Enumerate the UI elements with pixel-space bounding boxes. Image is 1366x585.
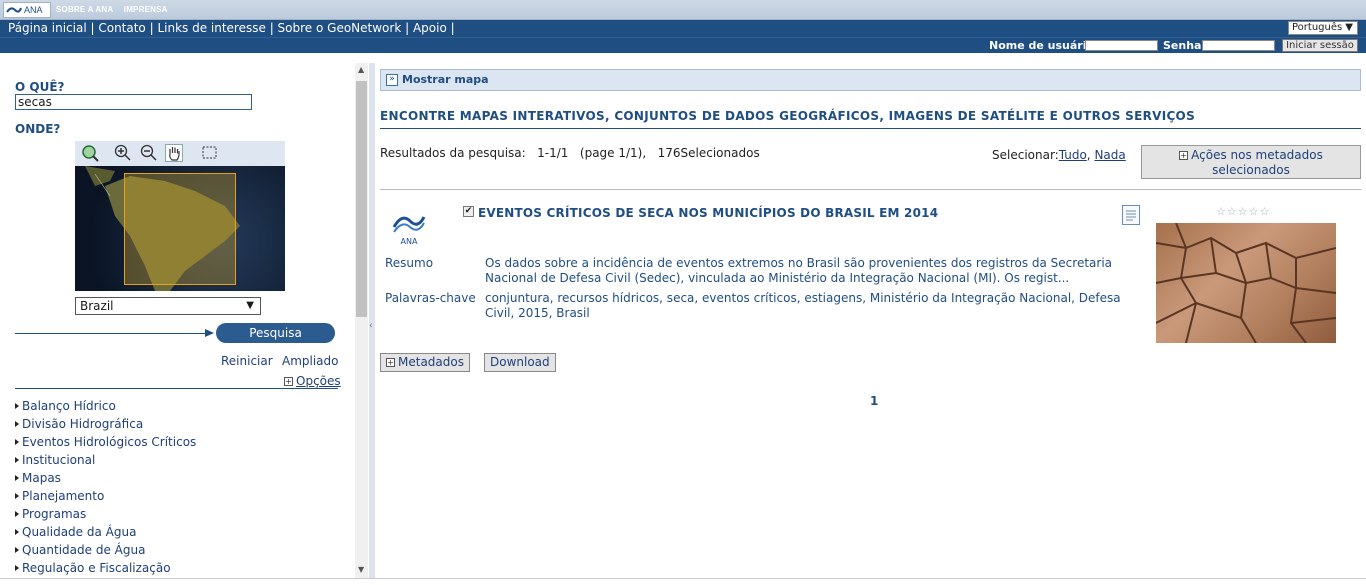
download-button[interactable]: Download [484, 353, 556, 372]
cracked-earth-image [1156, 223, 1336, 343]
main-nav: Página inicial | Contato | Links de inte… [0, 20, 1366, 37]
metadata-button[interactable]: + Metadados [380, 353, 470, 372]
show-map-bar[interactable]: » Mostrar mapa [380, 69, 1361, 91]
options-link[interactable]: + Opções [284, 374, 341, 388]
login-button[interactable]: Iniciar sessão [1282, 39, 1358, 52]
plus-icon: + [386, 358, 395, 367]
search-panel: O QUÊ? secas ONDE? Brazil ▼ Pesquisa Rein… [0, 53, 355, 585]
result-checkbox[interactable]: ✔ [463, 206, 474, 217]
language-select[interactable]: Português ▼ [1288, 21, 1358, 35]
results-label: Resultados da pesquisa: [380, 146, 526, 160]
category-item[interactable]: Planejamento [15, 489, 196, 507]
nav-home[interactable]: Página inicial [8, 21, 87, 35]
plus-icon: + [1179, 151, 1189, 160]
reset-link[interactable]: Reiniciar [221, 354, 273, 368]
nav-contato[interactable]: Contato [98, 21, 145, 35]
zoom-extent-icon[interactable] [81, 144, 99, 162]
scroll-up-icon[interactable]: ▲ [358, 65, 364, 74]
nav-apoio[interactable]: Apoio [413, 21, 447, 35]
category-item[interactable]: Qualidade da Água [15, 525, 196, 543]
password-label: Senha [1163, 39, 1202, 52]
search-input[interactable]: secas [15, 94, 252, 110]
document-icon[interactable] [1122, 205, 1140, 225]
category-item[interactable]: Eventos Hidrológicos Críticos [15, 435, 196, 453]
top-link-sobre[interactable]: SOBRE A ANA [56, 5, 113, 14]
collapse-icon[interactable]: ‹ [369, 321, 373, 331]
scroll-thumb[interactable] [356, 81, 367, 317]
left-scrollbar[interactable]: ▲ ▼ [355, 63, 368, 578]
select-all-link[interactable]: Tudo [1059, 148, 1087, 162]
password-input[interactable] [1202, 40, 1275, 51]
arrow-line [15, 333, 209, 334]
ana-result-logo: ANA [392, 211, 426, 246]
select-box-icon[interactable] [201, 144, 219, 162]
username-input[interactable] [1085, 40, 1158, 51]
result-title[interactable]: EVENTOS CRÍTICOS DE SECA NOS MUNICÍPIOS … [478, 206, 938, 220]
results-rule [380, 189, 1361, 190]
search-button[interactable]: Pesquisa [216, 323, 335, 343]
category-item[interactable]: Quantidade de Água [15, 543, 196, 561]
category-item[interactable]: Balanço Hídrico [15, 399, 196, 417]
result-thumbnail[interactable] [1156, 223, 1336, 343]
bounding-box [124, 173, 236, 285]
advanced-link[interactable]: Ampliado [282, 354, 339, 368]
category-list: Balanço Hídrico Divisão Hidrográfica Eve… [15, 399, 196, 579]
category-item[interactable]: Regulação e Fiscalização [15, 561, 196, 579]
top-strip: ANA SOBRE A ANA IMPRENSA [0, 0, 1366, 20]
results-summary: Resultados da pesquisa: 1-1/1 (page 1/1)… [380, 146, 760, 160]
ana-logo[interactable]: ANA [3, 2, 51, 18]
keywords-label: Palavras-chave [385, 291, 476, 305]
panel-splitter[interactable]: ‹ [369, 63, 375, 578]
map-toolbar [75, 141, 285, 166]
dropdown-arrow-icon: ▼ [246, 300, 254, 311]
expand-chevron-icon: » [386, 74, 398, 86]
rating-stars[interactable]: ☆☆☆☆☆ [1216, 205, 1270, 218]
summary-text: Os dados sobre a incidência de eventos e… [485, 256, 1113, 285]
category-item[interactable]: Programas [15, 507, 196, 525]
keywords-text: conjuntura, recursos hídricos, seca, eve… [485, 291, 1121, 320]
page-number[interactable]: 1 [870, 394, 878, 408]
page-heading: ENCONTRE MAPAS INTERATIVOS, CONJUNTOS DE… [380, 109, 1196, 123]
region-select[interactable]: Brazil ▼ [75, 297, 261, 315]
summary-label: Resumo [385, 256, 434, 270]
ana-wave-icon [6, 7, 22, 13]
pan-hand-icon[interactable] [165, 144, 183, 162]
select-controls: Selecionar:Tudo, Nada [992, 148, 1126, 162]
dropdown-arrow-icon: ▼ [1345, 22, 1353, 33]
category-item[interactable]: Institucional [15, 453, 196, 471]
show-map-label: Mostrar mapa [402, 73, 489, 86]
login-bar: Nome de usuário Senha Iniciar sessão [0, 37, 1366, 53]
category-item[interactable]: Mapas [15, 471, 196, 489]
logo-text: ANA [24, 5, 43, 15]
nav-sobre-geonetwork[interactable]: Sobre o GeoNetwork [278, 21, 402, 35]
zoom-out-icon[interactable] [140, 144, 158, 162]
where-label: ONDE? [15, 122, 61, 136]
divider [15, 388, 338, 389]
top-link-imprensa[interactable]: IMPRENSA [124, 5, 168, 14]
arrow-head-icon [205, 329, 214, 337]
result-logo-text: ANA [400, 237, 418, 246]
what-label: O QUÊ? [15, 80, 65, 94]
scroll-down-icon[interactable]: ▼ [358, 565, 364, 574]
nav-links[interactable]: Links de interesse [157, 21, 265, 35]
zoom-in-icon[interactable] [114, 144, 132, 162]
select-none-link[interactable]: Nada [1094, 148, 1125, 162]
results-page: (page 1/1), [579, 146, 647, 160]
results-range: 1-1/1 [537, 146, 569, 160]
region-map[interactable] [75, 166, 285, 291]
category-item[interactable]: Divisão Hidrográfica [15, 417, 196, 435]
bottom-border [0, 578, 1366, 579]
metadata-actions-button[interactable]: + Ações nos metadados selecionados [1141, 145, 1361, 179]
plus-icon: + [284, 377, 293, 386]
username-label: Nome de usuário [989, 39, 1095, 52]
heading-rule [380, 128, 1361, 129]
results-selected: 176Selecionados [657, 146, 760, 160]
